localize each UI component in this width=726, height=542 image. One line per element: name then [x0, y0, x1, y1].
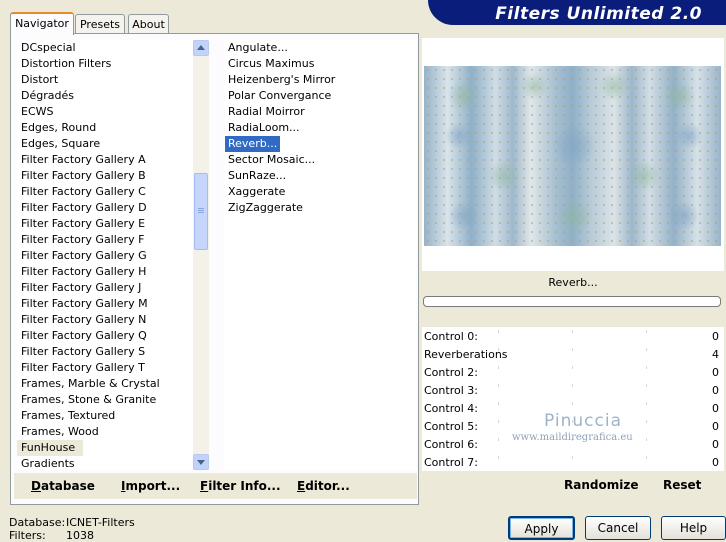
category-item[interactable]: Filter Factory Gallery T	[17, 360, 193, 376]
filter-item[interactable]: Sector Mosaic...	[224, 152, 416, 168]
chevron-down-icon	[197, 460, 205, 465]
filter-item[interactable]: Polar Convergance	[224, 88, 416, 104]
filter-item[interactable]: Xaggerate	[224, 184, 416, 200]
category-item[interactable]: Filter Factory Gallery D	[17, 200, 193, 216]
category-item[interactable]: FunHouse	[17, 440, 84, 456]
category-item[interactable]: Filter Factory Gallery G	[17, 248, 193, 264]
control-label: Control 0:	[424, 330, 478, 343]
category-item[interactable]: Filter Factory Gallery Q	[17, 328, 193, 344]
category-item[interactable]: Frames, Stone & Granite	[17, 392, 193, 408]
category-item[interactable]: ECWS	[17, 104, 193, 120]
category-item[interactable]: Filter Factory Gallery J	[17, 280, 193, 296]
progress-bar	[423, 296, 721, 307]
filter-info-button[interactable]: Filter Info...	[200, 479, 281, 493]
preview-filter-name: Reverb...	[548, 276, 598, 289]
category-item[interactable]: Filter Factory Gallery C	[17, 184, 193, 200]
filter-list[interactable]: Angulate... Circus Maximus Heizenberg's Mi…	[224, 40, 416, 470]
control-label: Reverberations	[424, 348, 508, 361]
category-item[interactable]: Gradients	[17, 456, 193, 470]
editor-button[interactable]: Editor...	[297, 479, 350, 493]
status-filters-value: 1038	[66, 529, 94, 542]
category-item[interactable]: Frames, Textured	[17, 408, 193, 424]
category-item[interactable]: Distort	[17, 72, 193, 88]
control-slider-row[interactable]: Control 7: 0	[424, 454, 721, 472]
category-item[interactable]: Distortion Filters	[17, 56, 193, 72]
tab-navigator[interactable]: Navigator	[10, 12, 74, 35]
category-item[interactable]: Filter Factory Gallery B	[17, 168, 193, 184]
import-button[interactable]: Import...	[121, 479, 180, 493]
control-slider-row[interactable]: Control 2: 0	[424, 364, 721, 382]
category-item[interactable]: Frames, Wood	[17, 424, 193, 440]
control-label: Control 5:	[424, 420, 478, 433]
category-item[interactable]: Frames, Marble & Crystal	[17, 376, 193, 392]
reset-button[interactable]: Reset	[663, 478, 701, 492]
category-scrollbar[interactable]	[193, 40, 209, 470]
category-item[interactable]: Filter Factory Gallery E	[17, 216, 193, 232]
control-value: 0	[712, 456, 719, 469]
tab-about[interactable]: About	[128, 14, 169, 33]
filter-item[interactable]: Angulate...	[224, 40, 416, 56]
filter-item[interactable]: Heizenberg's Mirror	[224, 72, 416, 88]
filter-item[interactable]: Reverb...	[225, 136, 281, 152]
category-item[interactable]: Dégradés	[17, 88, 193, 104]
control-slider-row[interactable]: Control 3: 0	[424, 382, 721, 400]
control-value: 0	[712, 330, 719, 343]
scroll-up-button[interactable]	[193, 40, 209, 56]
randomize-button[interactable]: Randomize	[564, 478, 638, 492]
category-item[interactable]: Edges, Square	[17, 136, 193, 152]
control-label: Control 7:	[424, 456, 478, 469]
category-item[interactable]: Filter Factory Gallery N	[17, 312, 193, 328]
control-slider-row[interactable]: Reverberations 4	[424, 346, 721, 364]
filter-item[interactable]: ZigZaggerate	[224, 200, 416, 216]
apply-button[interactable]: Apply	[508, 516, 575, 540]
filter-item[interactable]: RadiaLoom...	[224, 120, 416, 136]
control-value: 0	[712, 438, 719, 451]
filter-item[interactable]: Radial Moirror	[224, 104, 416, 120]
category-item[interactable]: Filter Factory Gallery M	[17, 296, 193, 312]
control-value: 0	[712, 366, 719, 379]
cancel-button[interactable]: Cancel	[585, 516, 651, 540]
status-database-value: ICNET-Filters	[66, 516, 135, 529]
status-filters-label: Filters:	[9, 529, 46, 542]
filter-item[interactable]: Circus Maximus	[224, 56, 416, 72]
filter-preview-image	[424, 66, 721, 246]
control-value: 0	[712, 420, 719, 433]
chevron-up-icon	[197, 45, 205, 50]
category-item[interactable]: Filter Factory Gallery A	[17, 152, 193, 168]
help-button[interactable]: Help	[661, 516, 726, 540]
control-label: Control 6:	[424, 438, 478, 451]
control-label: Control 3:	[424, 384, 478, 397]
database-button[interactable]: Database	[31, 479, 95, 493]
control-value: 0	[712, 402, 719, 415]
category-item[interactable]: Filter Factory Gallery S	[17, 344, 193, 360]
category-list[interactable]: DCspecial Distortion Filters Distort Dégrad…	[17, 40, 193, 470]
scroll-down-button[interactable]	[193, 454, 209, 470]
tab-presets[interactable]: Presets	[75, 14, 125, 33]
watermark-url: www.maildiregrafica.eu	[512, 432, 633, 443]
control-value: 0	[712, 384, 719, 397]
control-value: 4	[712, 348, 719, 361]
control-label: Control 2:	[424, 366, 478, 379]
app-title-banner: Filters Unlimited 2.0	[428, 0, 726, 25]
watermark-name: Pinuccia	[544, 411, 622, 431]
filter-item[interactable]: SunRaze...	[224, 168, 416, 184]
category-item[interactable]: Edges, Round	[17, 120, 193, 136]
control-label: Control 4:	[424, 402, 478, 415]
category-item[interactable]: Filter Factory Gallery F	[17, 232, 193, 248]
control-slider-row[interactable]: Control 0: 0	[424, 328, 721, 346]
category-item[interactable]: Filter Factory Gallery H	[17, 264, 193, 280]
status-database-label: Database:	[9, 516, 66, 529]
scroll-thumb[interactable]	[194, 173, 208, 250]
category-item[interactable]: DCspecial	[17, 40, 193, 56]
